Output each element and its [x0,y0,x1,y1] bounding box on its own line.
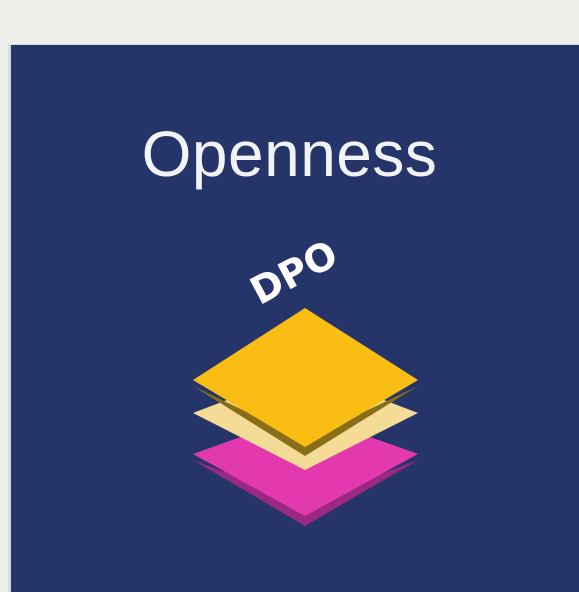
logo-graphic: DPO [193,232,418,526]
dpo-badge: DPO [243,232,345,314]
stacked-layers-icon [193,308,418,526]
screen: Openness DPO [0,0,579,592]
